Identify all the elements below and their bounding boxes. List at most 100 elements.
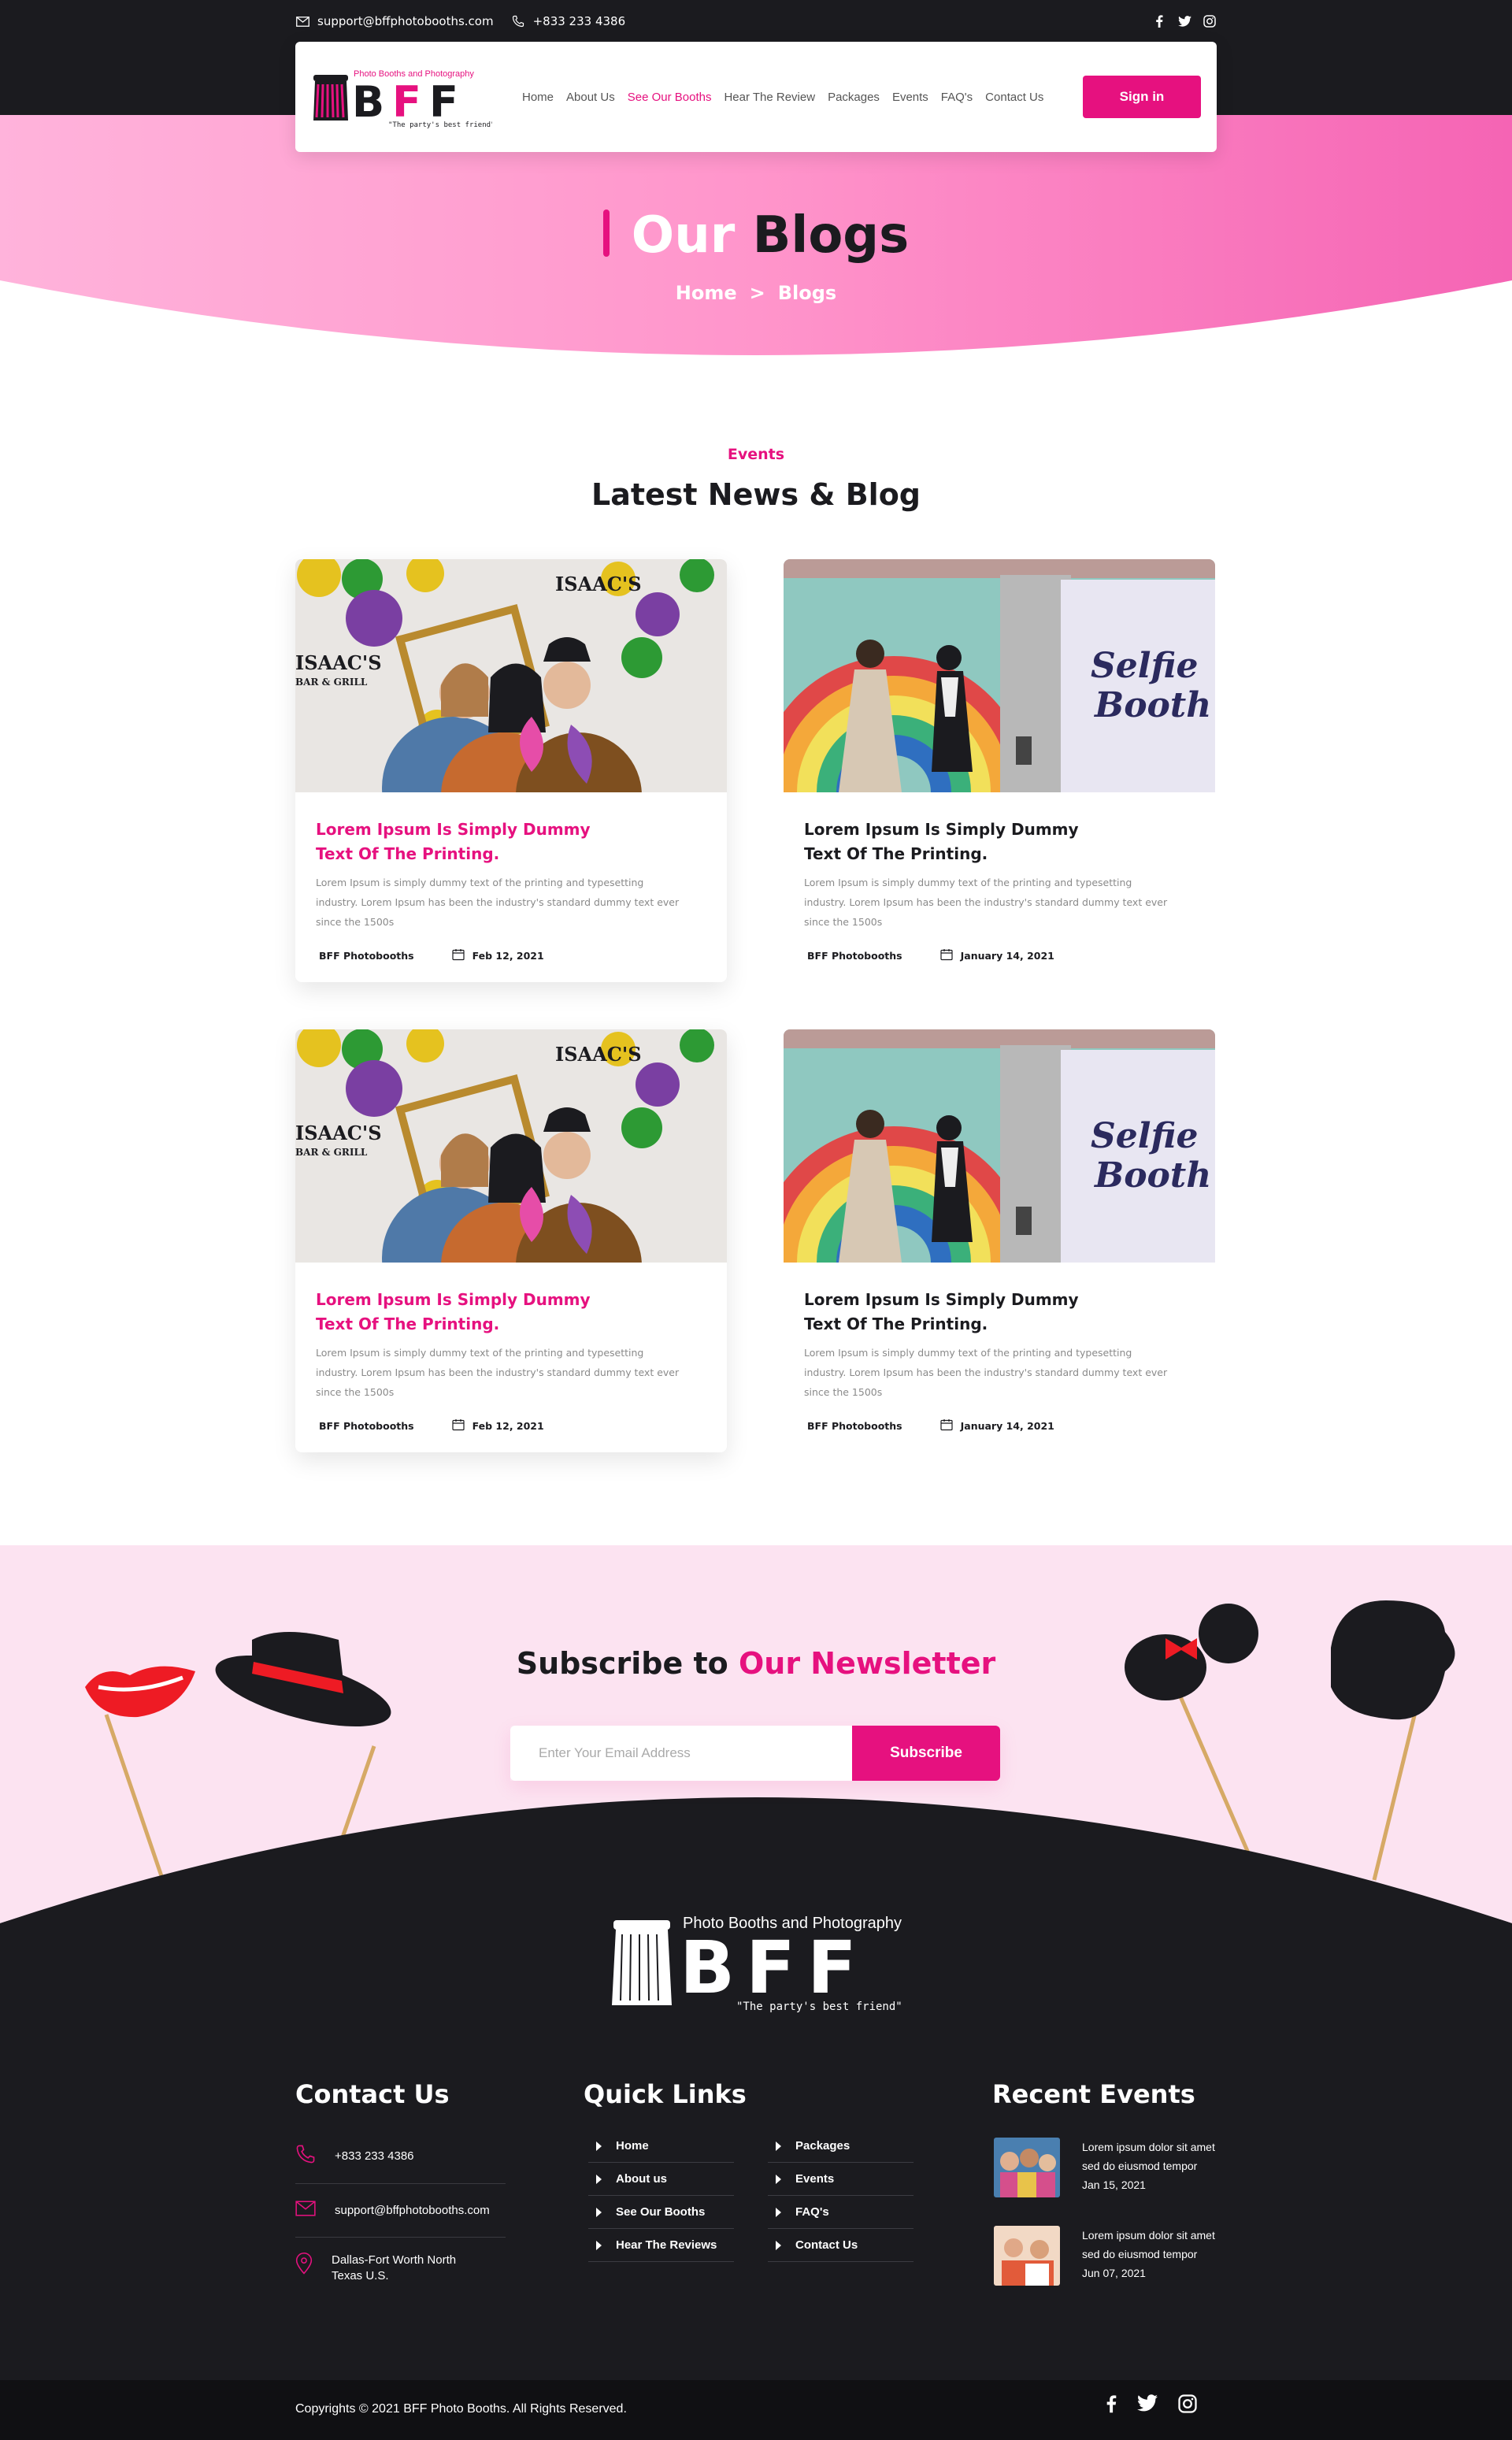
footer-phone-row: +833 233 4386 [295, 2144, 506, 2167]
blog-card-author: BFF Photobooths [319, 1420, 414, 1432]
caret-right-icon [776, 2240, 781, 2250]
footer-link-see-our-booths[interactable]: See Our Booths [588, 2196, 734, 2229]
blog-card-excerpt: Lorem Ipsum is simply dummy text of the … [316, 1347, 680, 1398]
blog-card[interactable]: Selfie Booth Lorem Ipsum Is Simply Dummy… [784, 559, 1215, 982]
calendar-icon [452, 1418, 465, 1433]
header-nav: Photo Booths and Photography B F F "The … [295, 42, 1217, 152]
blog-card-excerpt: Lorem Ipsum is simply dummy text of the … [804, 1347, 1168, 1398]
phone-icon [511, 14, 525, 28]
footer-link-contact-us[interactable]: Contact Us [768, 2229, 914, 2262]
nav-home[interactable]: Home [516, 91, 560, 104]
footer-link-home[interactable]: Home [588, 2130, 734, 2163]
blog-card-title[interactable]: Lorem Ipsum Is Simply Dummy Text Of The … [804, 1288, 1119, 1337]
blog-card-date: January 14, 2021 [960, 950, 1054, 962]
recent-event-item[interactable]: Lorem ipsum dolor sit amet sed do eiusmo… [994, 2138, 1224, 2197]
calendar-icon [940, 1418, 953, 1433]
nav-events[interactable]: Events [886, 91, 935, 104]
logo-tagline-bottom: "The party's best friend" [388, 121, 492, 128]
section-tag: Events [727, 446, 785, 463]
recent-event-thumbnail[interactable] [994, 2226, 1060, 2286]
nav-about-us[interactable]: About Us [560, 91, 621, 104]
footer-link-events[interactable]: Events [768, 2163, 914, 2196]
title-accent-bar [602, 210, 610, 257]
footer-quick-links-title: Quick Links [584, 2079, 747, 2109]
topbar-phone[interactable]: +833 233 4386 [533, 14, 626, 28]
footer-link-about-us[interactable]: About us [588, 2163, 734, 2196]
nav-contact-us[interactable]: Contact Us [979, 91, 1050, 104]
blog-card-meta: BFF Photobooths Feb 12, 2021 [319, 1418, 544, 1433]
facebook-icon[interactable] [1152, 14, 1166, 28]
instagram-icon[interactable] [1203, 14, 1217, 28]
newsletter-title-plain: Subscribe to [516, 1646, 728, 1681]
sign-in-button[interactable]: Sign in [1083, 76, 1201, 118]
footer-phone[interactable]: +833 233 4386 [335, 2149, 414, 2163]
nav-see-our-booths[interactable]: See Our Booths [621, 91, 718, 104]
blog-card-title[interactable]: Lorem Ipsum Is Simply Dummy Text Of The … [804, 818, 1119, 866]
blog-card-author: BFF Photobooths [807, 1420, 902, 1432]
blog-image-selfie-booth[interactable]: Selfie Booth [784, 1029, 1215, 1263]
newsletter-title-accent: Our Newsletter [738, 1646, 996, 1681]
svg-text:B: B [680, 1926, 735, 2010]
caret-right-icon [776, 2207, 781, 2217]
footer-email[interactable]: support@bffphotobooths.com [335, 2204, 490, 2217]
brand-logo[interactable]: Photo Booths and Photography B F F "The … [311, 65, 495, 129]
recent-event-date: Jun 07, 2021 [1082, 2267, 1146, 2279]
newsletter-email-input[interactable] [510, 1726, 852, 1781]
caret-right-icon [776, 2174, 781, 2184]
blog-card-author: BFF Photobooths [807, 950, 902, 962]
svg-text:F: F [392, 77, 421, 127]
copyright-bar [0, 2380, 1512, 2440]
blog-image-selfie-booth[interactable]: Selfie Booth [784, 559, 1215, 792]
newsletter-title: Subscribe to Our Newsletter [0, 1646, 1512, 1681]
breadcrumb-current: Blogs [777, 282, 837, 304]
svg-text:Booth: Booth [1093, 685, 1211, 725]
section-title: Latest News & Blog [591, 477, 921, 512]
blog-image-party-frame[interactable]: ISAAC'S BAR & GRILL ISAAC'S [295, 559, 727, 792]
blog-image-party-frame[interactable]: ISAAC'S BAR & GRILL ISAAC'S [295, 1029, 727, 1263]
nav-faqs[interactable]: FAQ's [935, 91, 979, 104]
instagram-icon[interactable] [1178, 2394, 1197, 2416]
svg-text:ISAAC'S: ISAAC'S [555, 1043, 642, 1066]
blog-card-meta: BFF Photobooths January 14, 2021 [807, 1418, 1054, 1433]
svg-text:BAR & GRILL: BAR & GRILL [295, 1147, 368, 1158]
nav-packages[interactable]: Packages [821, 91, 886, 104]
blog-card-meta: BFF Photobooths January 14, 2021 [807, 948, 1054, 963]
svg-text:BAR & GRILL: BAR & GRILL [295, 677, 368, 688]
blog-card[interactable]: ISAAC'S BAR & GRILL ISAAC'S Lorem Ipsum … [295, 1029, 727, 1452]
footer-link-packages[interactable]: Packages [768, 2130, 914, 2163]
page-title: Our Blogs [0, 206, 1512, 265]
svg-text:F: F [429, 77, 458, 127]
subscribe-button[interactable]: Subscribe [852, 1726, 1000, 1781]
calendar-icon [940, 948, 953, 963]
facebook-icon[interactable] [1106, 2394, 1117, 2416]
blog-card-excerpt: Lorem Ipsum is simply dummy text of the … [316, 877, 680, 928]
footer-social-links [1106, 2394, 1197, 2416]
footer-logo[interactable]: Photo Booths and Photography B F F "The … [610, 1912, 902, 2015]
calendar-icon [452, 948, 465, 963]
blog-card-excerpt: Lorem Ipsum is simply dummy text of the … [804, 877, 1168, 928]
blog-card-title[interactable]: Lorem Ipsum Is Simply Dummy Text Of The … [316, 818, 631, 866]
svg-text:ISAAC'S: ISAAC'S [555, 573, 642, 595]
topbar-email[interactable]: support@bffphotobooths.com [317, 14, 494, 28]
breadcrumb-home[interactable]: Home [676, 282, 737, 304]
blog-card-title[interactable]: Lorem Ipsum Is Simply Dummy Text Of The … [316, 1288, 631, 1337]
footer-link-hear-the-reviews[interactable]: Hear The Reviews [588, 2229, 734, 2262]
twitter-icon[interactable] [1137, 2394, 1158, 2416]
blog-card[interactable]: Selfie Booth Lorem Ipsum Is Simply Dummy… [784, 1029, 1215, 1452]
recent-event-line-2: sed do eiusmod tempor [1082, 2160, 1198, 2172]
svg-text:Selfie: Selfie [1091, 1116, 1198, 1156]
caret-right-icon [596, 2207, 602, 2217]
footer-address-line-2: Texas U.S. [332, 2269, 389, 2282]
recent-event-thumbnail[interactable] [994, 2138, 1060, 2197]
breadcrumb-separator: > [749, 282, 765, 304]
blog-card[interactable]: ISAAC'S BAR & GRILL ISAAC'S Lorem Ipsum … [295, 559, 727, 982]
twitter-icon[interactable] [1177, 14, 1191, 28]
page-title-word-1: Our [631, 206, 736, 265]
blog-card-author: BFF Photobooths [319, 950, 414, 962]
recent-event-line-1: Lorem ipsum dolor sit amet [1082, 2229, 1215, 2242]
copyright-text: Copyrights © 2021 BFF Photo Booths. All … [295, 2402, 627, 2416]
footer-link-faqs[interactable]: FAQ's [768, 2196, 914, 2229]
recent-event-item[interactable]: Lorem ipsum dolor sit amet sed do eiusmo… [994, 2226, 1224, 2286]
svg-text:F: F [746, 1926, 795, 2010]
nav-hear-the-review[interactable]: Hear The Review [717, 91, 821, 104]
